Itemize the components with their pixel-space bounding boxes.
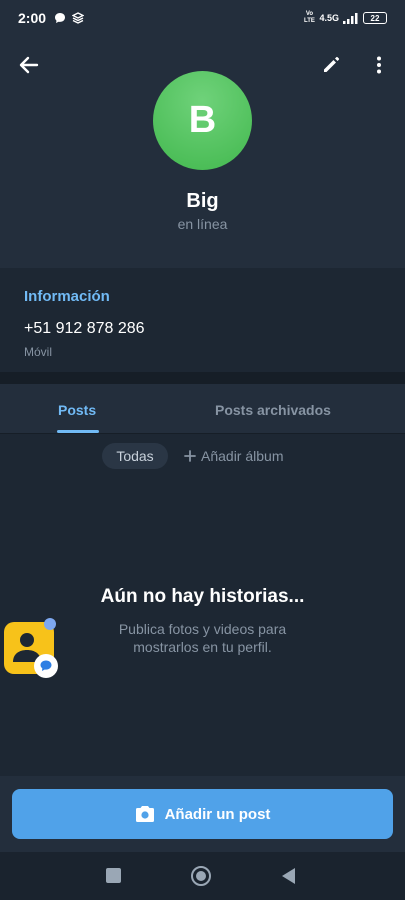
album-filters: Todas Añadir álbum [0,440,405,472]
profile-name: Big [186,190,219,212]
battery-level: 22 [370,13,380,23]
active-tab-indicator [57,430,99,433]
home-button[interactable] [191,866,211,886]
notification-dot [44,618,56,630]
empty-state-title: Aún no hay historias... [100,586,305,607]
empty-state-subtitle-line-2: mostrarlos en tu perfil. [133,639,272,655]
tab-posts[interactable]: Posts [58,402,96,418]
network-type: 4.5G [319,13,339,23]
filter-all-chip[interactable]: Todas [102,443,168,469]
volte-indicator: Vo LTE [304,11,315,24]
system-back-button[interactable] [282,868,295,884]
chat-bubble-badge [34,654,58,678]
battery-icon: 22 [363,12,387,24]
add-album-label: Añadir álbum [201,448,284,464]
tab-archived-posts[interactable]: Posts archivados [215,402,331,418]
profile-status: en línea [177,216,228,232]
back-button[interactable] [14,50,44,80]
add-post-label: Añadir un post [164,805,271,823]
signal-icon [343,12,358,24]
tab-bar: Posts Posts archivados [0,384,405,434]
info-header: Información [24,288,110,305]
notification-icons [54,12,85,24]
floating-contact-widget[interactable] [4,618,58,678]
status-right: Vo LTE 4.5G 22 [303,11,387,25]
pencil-icon [324,56,340,72]
camera-icon [135,806,154,822]
avatar-letter: B [188,99,217,141]
avatar[interactable]: B [153,71,252,170]
edit-button[interactable] [316,50,346,80]
empty-state-subtitle-line-1: Publica fotos y videos para [118,621,287,637]
recents-button[interactable] [106,868,121,883]
arrow-left-icon [19,56,39,74]
section-divider [0,372,405,384]
message-icon [40,660,52,671]
info-section: Información +51 912 878 286 Móvil [0,268,405,372]
add-post-button[interactable]: Añadir un post [12,789,393,839]
status-time: 2:00 [18,10,47,26]
status-bar: 2:00 Vo LTE 4.5G 22 [0,0,405,36]
phone-number[interactable]: +51 912 878 286 [24,320,145,338]
chat-bubble-icon [55,13,66,23]
plus-icon [184,450,196,462]
more-options-button[interactable] [366,50,392,80]
profile-header: B Big en línea [0,36,405,268]
phone-label: Móvil [24,345,53,359]
empty-state-subtitle: Publica fotos y videos para mostrarlos e… [0,620,405,656]
layers-icon [72,12,85,24]
add-album-button[interactable]: Añadir álbum [184,448,284,464]
home-circle-icon [196,871,206,881]
more-vertical-icon [377,56,381,74]
